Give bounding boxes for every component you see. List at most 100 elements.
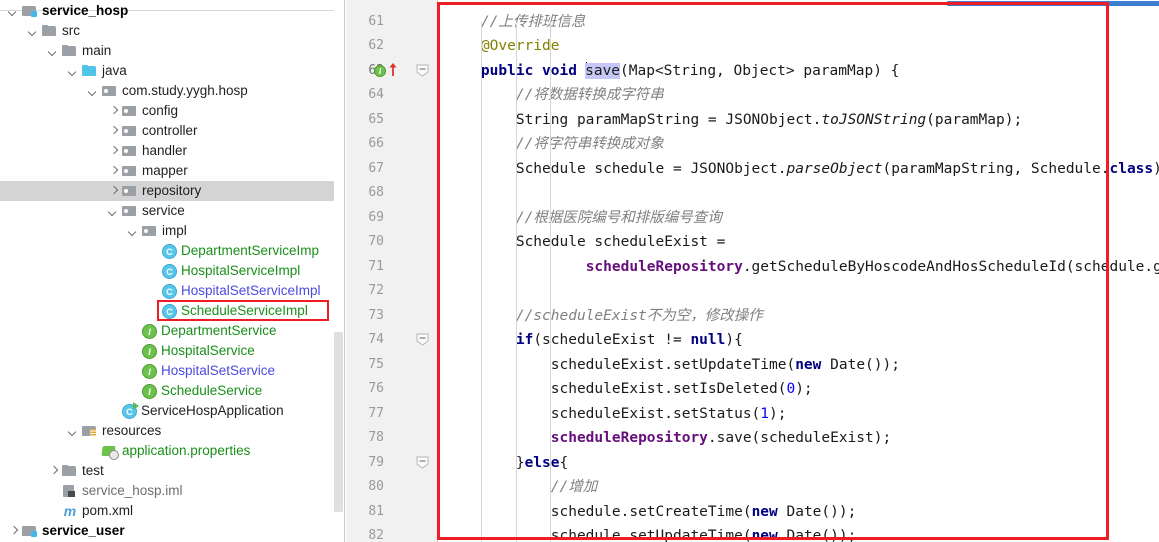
- project-tree-panel[interactable]: service_hosp src main java com.study.yygh.ho…: [0, 0, 345, 542]
- tree-item-hospitalservice[interactable]: I HospitalService: [0, 341, 344, 361]
- code-line[interactable]: if(scheduleExist != null){: [446, 328, 743, 353]
- code-line[interactable]: Schedule schedule = JSONObject.parseObje…: [446, 157, 1159, 182]
- tree-item-config[interactable]: config: [0, 101, 344, 121]
- chevron-right-icon[interactable]: [108, 146, 119, 157]
- tree-item-label: resources: [102, 423, 162, 438]
- code-line[interactable]: scheduleExist.setStatus(1);: [446, 402, 787, 427]
- chevron-down-icon[interactable]: [88, 86, 99, 97]
- code-line[interactable]: String paramMapString = JSONObject.toJSO…: [446, 108, 1022, 133]
- tree-item-label: service_user: [42, 523, 125, 538]
- chevron-right-icon[interactable]: [108, 166, 119, 177]
- code-line[interactable]: //将数据转换成字符串: [446, 83, 664, 108]
- chevron-down-icon[interactable]: [8, 6, 19, 17]
- tree-item-label: controller: [142, 123, 198, 138]
- code-line[interactable]: scheduleExist.setUpdateTime(new Date());: [446, 353, 900, 378]
- line-number: 71: [368, 258, 384, 274]
- tree-item-label: pom.xml: [82, 503, 134, 518]
- chevron-right-icon[interactable]: [108, 126, 119, 137]
- tree-item-service[interactable]: service: [0, 201, 344, 221]
- tree-item-departmentserviceimp[interactable]: C DepartmentServiceImp: [0, 241, 344, 261]
- line-number: 65: [368, 111, 384, 127]
- tree-vertical-scrollbar[interactable]: [334, 0, 344, 542]
- editor-gutter[interactable]: 6162636465666768697071727374757677787980…: [346, 0, 410, 542]
- iml-module-file-icon: [62, 483, 78, 499]
- chevron-right-icon[interactable]: [8, 526, 19, 537]
- override-up-arrow-icon[interactable]: [388, 62, 398, 76]
- code-fold-toggle[interactable]: [416, 333, 429, 346]
- code-line[interactable]: schedule.setCreateTime(new Date());: [446, 500, 857, 525]
- tree-item-departmentservice[interactable]: I DepartmentService: [0, 321, 344, 341]
- chevron-right-icon[interactable]: [48, 466, 59, 477]
- tree-item-service-hosp[interactable]: service_hosp: [0, 1, 344, 21]
- code-text: }: [515, 454, 525, 471]
- tree-item-com-study-yygh-hosp[interactable]: com.study.yygh.hosp: [0, 81, 344, 101]
- line-number: 74: [368, 332, 384, 347]
- tree-item-label: java: [102, 63, 127, 78]
- editor-horizontal-scrollbar-thumb[interactable]: [947, 1, 1159, 6]
- editor-fold-strip[interactable]: [410, 0, 438, 542]
- tree-item-label: main: [82, 43, 112, 58]
- code-line[interactable]: schedule.setUpdateTime(new Date());: [446, 524, 857, 542]
- tree-item-repository[interactable]: repository: [0, 181, 344, 201]
- tree-item-mapper[interactable]: mapper: [0, 161, 344, 181]
- code-text: Date());: [777, 528, 857, 542]
- tree-item-resources[interactable]: resources: [0, 421, 344, 441]
- line-number: 64: [368, 87, 384, 102]
- tree-item-src[interactable]: src: [0, 21, 344, 41]
- tree-item-label: HospitalSetServiceImpl: [181, 283, 321, 298]
- tree-item-scheduleserviceimpl[interactable]: C ScheduleServiceImpl: [0, 301, 344, 321]
- code-line[interactable]: Schedule scheduleExist =: [446, 230, 726, 255]
- chevron-right-icon[interactable]: [108, 186, 119, 197]
- code-text: parseObject: [786, 160, 883, 177]
- code-line[interactable]: scheduleRepository.getScheduleByHoscodeA…: [446, 255, 1159, 280]
- code-line[interactable]: public void save(Map<String, Object> par…: [446, 59, 899, 84]
- code-line[interactable]: //根据医院编号和排版编号查询: [446, 206, 722, 231]
- code-line[interactable]: //增加: [446, 475, 597, 500]
- package-icon: [122, 183, 138, 199]
- tree-item-java[interactable]: java: [0, 61, 344, 81]
- tree-item-hospitalsetserviceimpl[interactable]: C HospitalSetServiceImpl: [0, 281, 344, 301]
- java-class-icon: C: [162, 284, 177, 299]
- tree-item-scheduleservice[interactable]: I ScheduleService: [0, 381, 344, 401]
- chevron-down-icon[interactable]: [68, 426, 79, 437]
- code-line[interactable]: scheduleExist.setIsDeleted(0);: [446, 377, 813, 402]
- tree-item-hospitalsetservice[interactable]: I HospitalSetService: [0, 361, 344, 381]
- code-line[interactable]: //scheduleExist不为空，修改操作: [446, 304, 763, 329]
- tree-item-impl[interactable]: impl: [0, 221, 344, 241]
- code-text: Date());: [777, 503, 857, 520]
- tree-item-handler[interactable]: handler: [0, 141, 344, 161]
- tree-item-main[interactable]: main: [0, 41, 344, 61]
- tree-item-pom-xml[interactable]: m pom.xml: [0, 501, 344, 521]
- chevron-right-icon[interactable]: [108, 106, 119, 117]
- chevron-down-icon[interactable]: [48, 46, 59, 57]
- code-comment: //增加: [550, 479, 598, 495]
- tree-item-controller[interactable]: controller: [0, 121, 344, 141]
- chevron-down-icon[interactable]: [128, 226, 139, 237]
- code-fold-toggle[interactable]: [416, 456, 429, 469]
- implements-method-icon[interactable]: I: [374, 64, 386, 77]
- editor-code-area[interactable]: //上传排班信息 @Override public void save(Map<…: [438, 0, 1159, 542]
- code-fold-toggle[interactable]: [416, 64, 429, 77]
- code-text: ){: [725, 332, 743, 348]
- code-line[interactable]: scheduleRepository.save(scheduleExist);: [446, 426, 891, 451]
- tree-item-test[interactable]: test: [0, 461, 344, 481]
- code-line[interactable]: //将字符串转换成对象: [446, 132, 664, 157]
- code-line[interactable]: @Override: [446, 34, 560, 59]
- chevron-down-icon[interactable]: [68, 66, 79, 77]
- module-icon: [22, 3, 38, 19]
- tree-item-servicehospapplication[interactable]: C ServiceHospApplication: [0, 401, 344, 421]
- tree-item-service-hosp-iml[interactable]: service_hosp.iml: [0, 481, 344, 501]
- line-number: 67: [368, 160, 384, 176]
- tree-item-service-user[interactable]: service_user: [0, 521, 344, 541]
- chevron-down-icon[interactable]: [28, 26, 39, 37]
- tree-item-application-properties[interactable]: application.properties: [0, 441, 344, 461]
- line-number: 78: [368, 430, 384, 445]
- code-editor[interactable]: 6162636465666768697071727374757677787980…: [346, 0, 1159, 542]
- editor-horizontal-scrollbar[interactable]: [438, 0, 1159, 7]
- chevron-down-icon[interactable]: [108, 206, 119, 217]
- tree-item-hospitalserviceimpl[interactable]: C HospitalServiceImpl: [0, 261, 344, 281]
- tree-scrollbar-thumb[interactable]: [334, 332, 343, 512]
- spring-boot-app-icon: C: [122, 402, 139, 419]
